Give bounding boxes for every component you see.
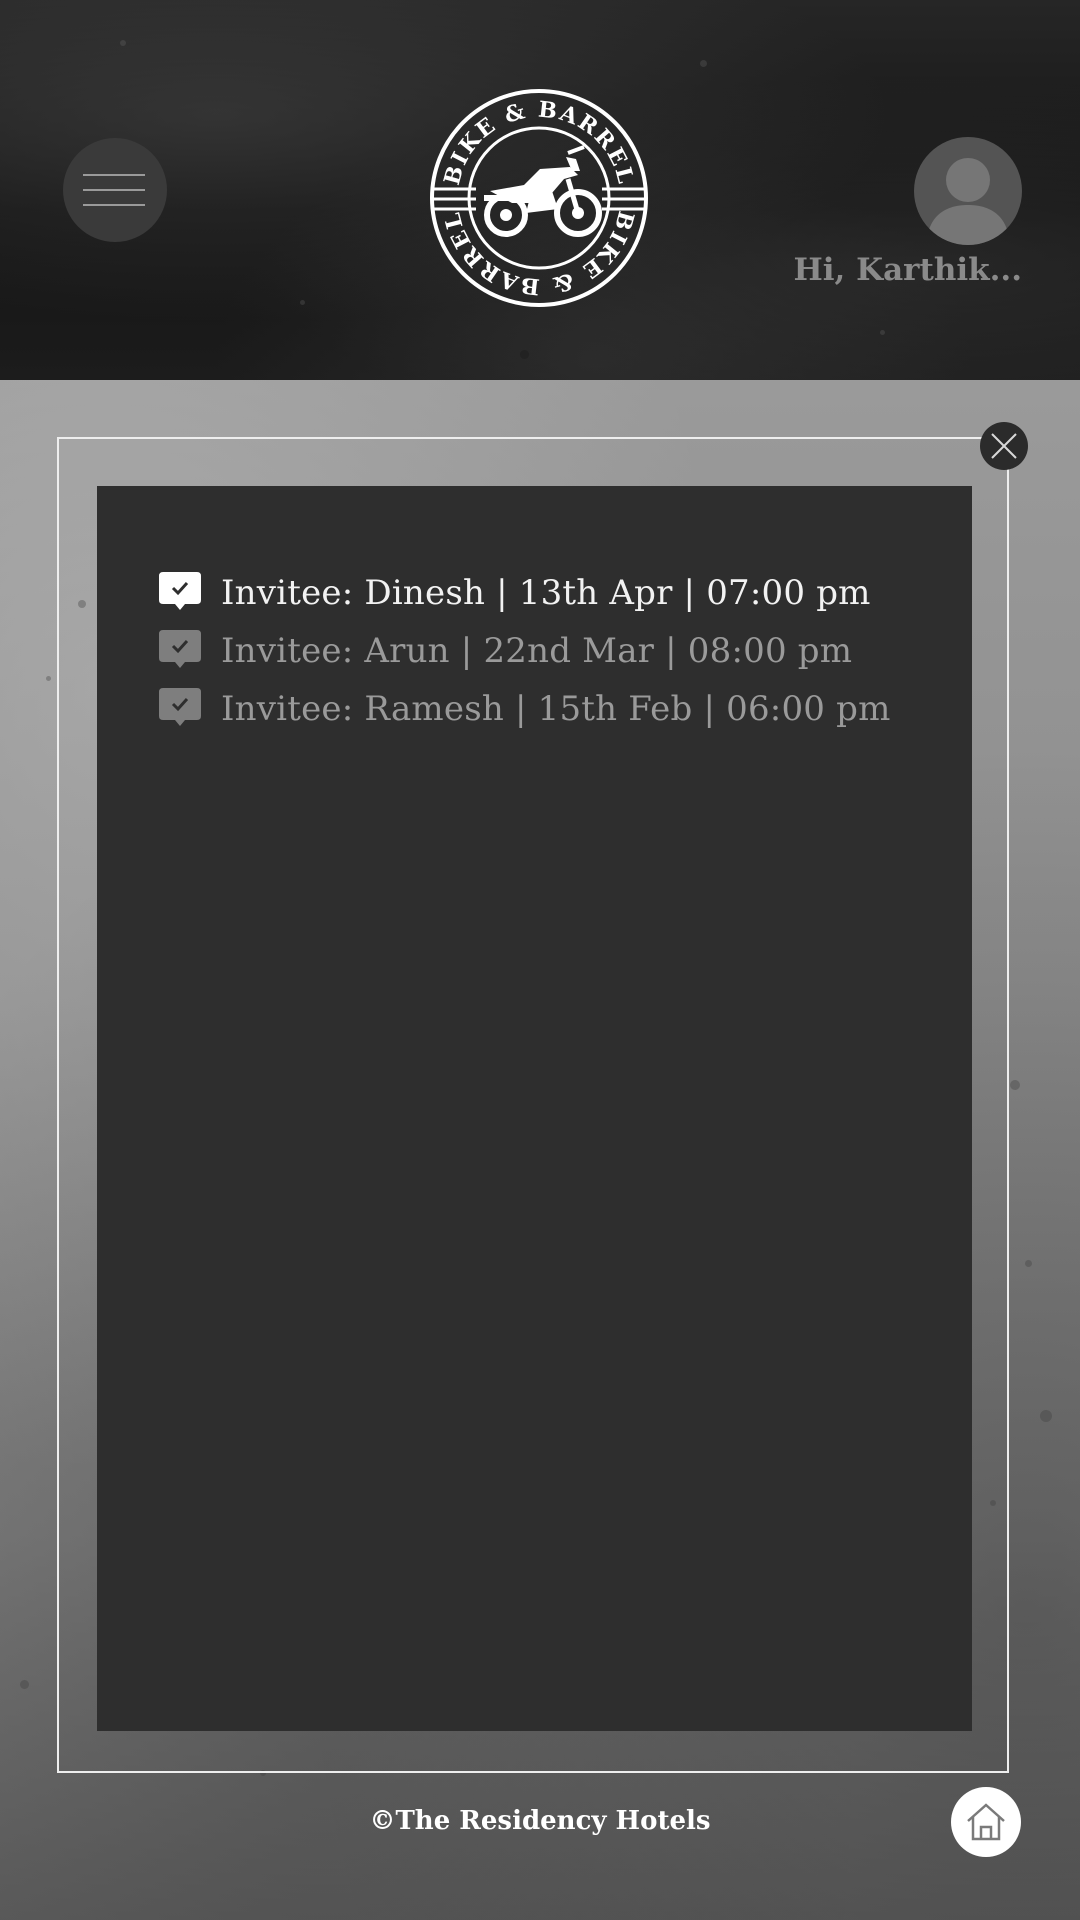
copyright-text: ©The Residency Hotels — [369, 1806, 711, 1836]
invitation-list: Invitee: Dinesh | 13th Apr | 07:00 pm In… — [157, 564, 891, 738]
user-greeting: Hi, Karthik... — [793, 252, 1022, 288]
svg-text:BIKE & BARREL: BIKE & BARREL — [439, 208, 639, 299]
user-avatar-icon — [926, 158, 1010, 245]
close-button[interactable] — [980, 422, 1028, 470]
invitation-item[interactable]: Invitee: Arun | 22nd Mar | 08:00 pm — [157, 622, 891, 680]
bike-and-barrel-logo: BIKE & BARREL BIKE & BARREL — [430, 89, 648, 307]
invitation-item[interactable]: Invitee: Dinesh | 13th Apr | 07:00 pm — [157, 564, 891, 622]
home-icon — [967, 1803, 1005, 1841]
motorcycle-icon — [484, 145, 602, 237]
invitation-text: Invitee: Arun | 22nd Mar | 08:00 pm — [221, 631, 853, 671]
home-button[interactable] — [951, 1787, 1021, 1857]
profile-avatar-button[interactable] — [914, 137, 1022, 245]
app-header: BIKE & BARREL BIKE & BARREL Hi, Karthik.… — [0, 0, 1080, 380]
chat-check-icon — [159, 630, 201, 668]
close-icon — [991, 433, 1017, 459]
invitation-item[interactable]: Invitee: Ramesh | 15th Feb | 06:00 pm — [157, 680, 891, 738]
invitation-text: Invitee: Ramesh | 15th Feb | 06:00 pm — [221, 689, 891, 729]
invitation-text: Invitee: Dinesh | 13th Apr | 07:00 pm — [221, 573, 871, 613]
invitations-panel: Invitee: Dinesh | 13th Apr | 07:00 pm In… — [97, 486, 972, 1731]
chat-check-icon — [159, 572, 201, 610]
menu-button[interactable] — [63, 138, 167, 242]
chat-check-icon — [159, 688, 201, 726]
